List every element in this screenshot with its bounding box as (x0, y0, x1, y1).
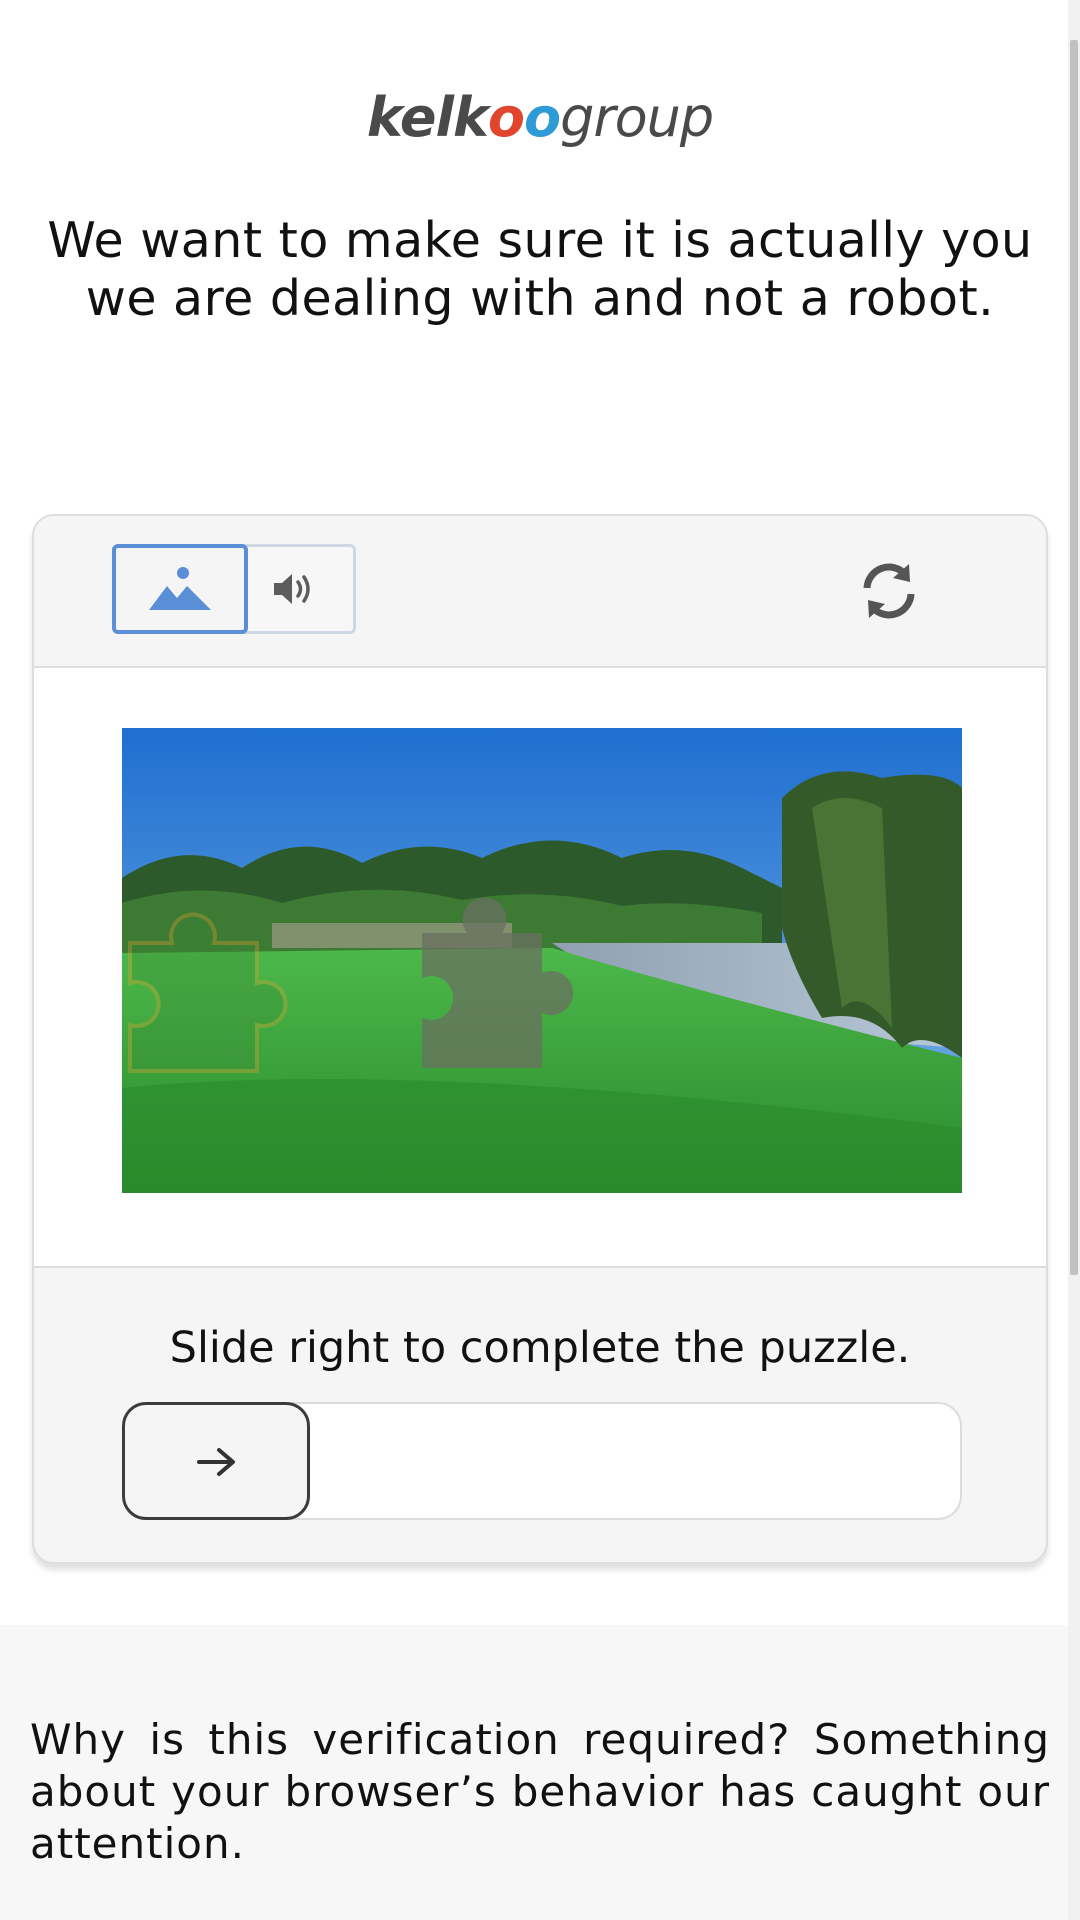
audio-challenge-button[interactable] (232, 544, 356, 634)
captcha-page: kelkoogroup We want to make sure it is a… (0, 0, 1080, 1920)
verification-explanation: Why is this verification required? Somet… (30, 1715, 1050, 1868)
page-headline: We want to make sure it is actually you … (47, 212, 1033, 327)
kelkoo-group-logo: kelkoogroup (366, 86, 714, 149)
slider-section: Slide right to complete the puzzle. (34, 1268, 1046, 1562)
speaker-icon (274, 574, 310, 604)
scrollbar[interactable] (1068, 0, 1080, 1920)
slider-instruction: Slide right to complete the puzzle. (169, 1323, 911, 1373)
challenge-mode-switch (112, 544, 360, 634)
image-challenge-button[interactable] (112, 544, 248, 634)
puzzle-image (122, 728, 962, 1193)
slider-handle[interactable] (122, 1402, 310, 1520)
puzzle-area (34, 668, 1046, 1268)
arrow-right-icon (197, 1448, 235, 1476)
landscape-image (122, 728, 962, 1193)
captcha-widget: Slide right to complete the puzzle. (32, 514, 1048, 1564)
scrollbar-thumb[interactable] (1070, 40, 1078, 1275)
refresh-icon (863, 563, 915, 619)
image-icon (149, 567, 211, 610)
captcha-toolbar (34, 516, 1046, 668)
refresh-button[interactable] (856, 558, 922, 624)
